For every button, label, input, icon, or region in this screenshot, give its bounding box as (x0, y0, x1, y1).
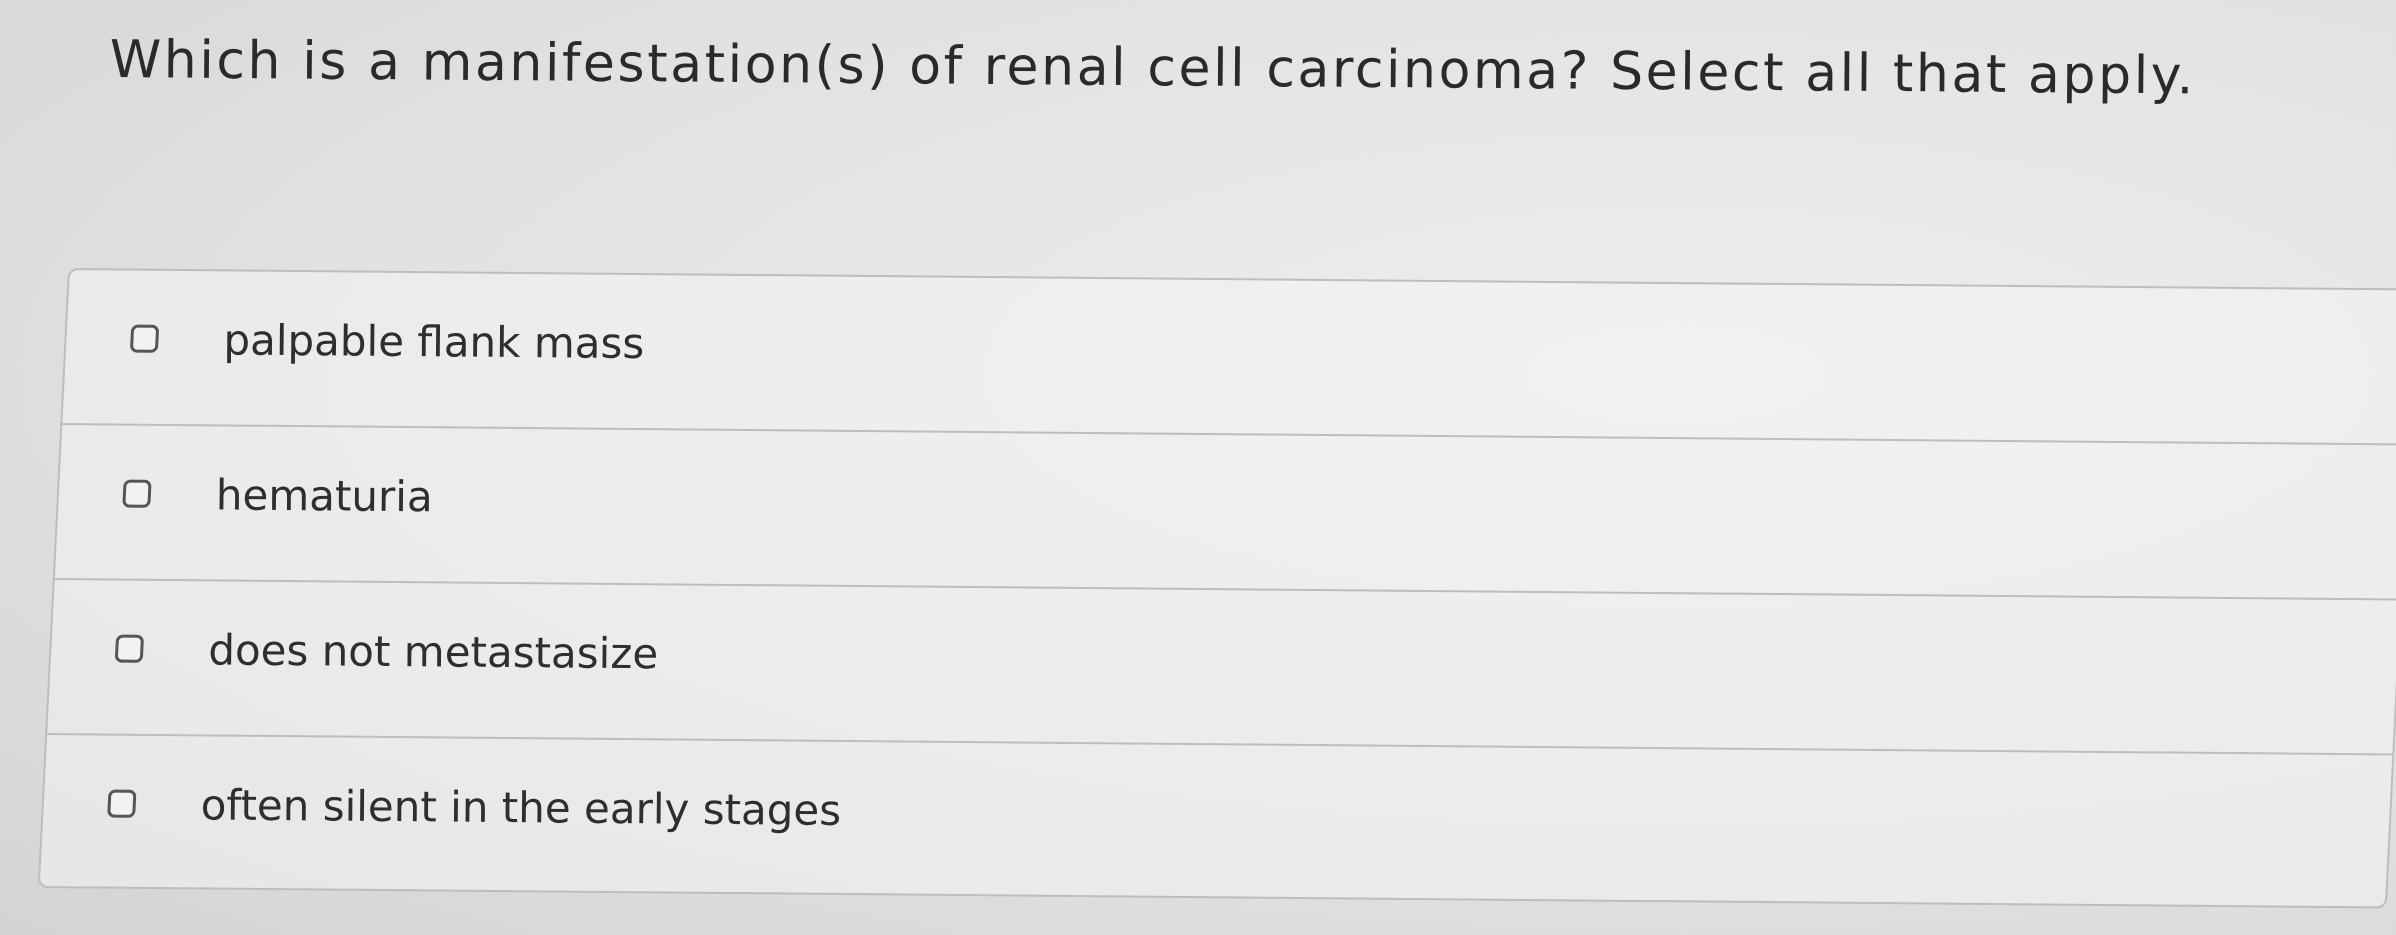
question-text: Which is a manifestation(s) of renal cel… (109, 30, 2197, 107)
answer-option[interactable]: often silent in the early stages (40, 735, 2393, 910)
answer-option-label: does not metastasize (208, 625, 659, 679)
answer-options-list: palpable flank mass hematuria does not m… (37, 268, 2396, 910)
answer-option[interactable]: hematuria (54, 425, 2396, 601)
answer-option-label: palpable flank mass (223, 315, 645, 369)
checkbox[interactable] (114, 634, 145, 663)
answer-option-label: often silent in the early stages (200, 780, 842, 835)
answer-option[interactable]: does not metastasize (47, 580, 2396, 756)
checkbox[interactable] (107, 789, 137, 818)
checkbox[interactable] (129, 324, 160, 353)
answer-option-label: hematuria (215, 470, 433, 522)
checkbox[interactable] (122, 479, 152, 508)
answer-option[interactable]: palpable flank mass (62, 270, 2396, 446)
